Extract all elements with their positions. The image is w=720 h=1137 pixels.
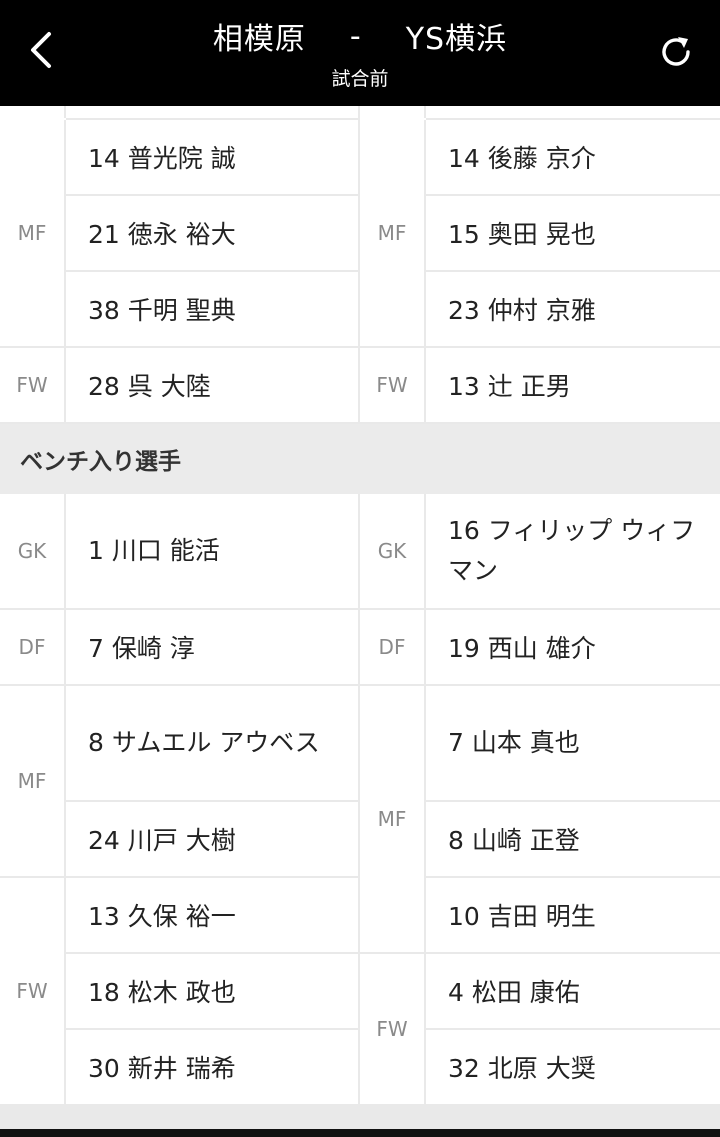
player-name: 15 奥田 晃也	[448, 220, 596, 249]
player-list: 13 久保 裕一 18 松木 政也 30 新井 瑞希	[66, 878, 358, 1104]
player-list: 14 後藤 京介 15 奥田 晃也 23 仲村 京雅	[426, 120, 720, 346]
player-list: 28 呉 大陸	[66, 348, 358, 422]
home-bench: GK 1 川口 能活 DF 7 保崎 淳 MF 8 サムエル アウベス 24 川戸 大樹 FW…	[0, 494, 360, 1106]
home-team-name: 相模原	[212, 22, 306, 57]
player-name: 8 山崎 正登	[448, 826, 580, 855]
score-separator: -	[349, 18, 362, 54]
player-row[interactable]: 32 北原 大奨	[426, 1030, 720, 1104]
player-name: 21 徳永 裕大	[88, 220, 236, 249]
position-group-fw: FW 13 辻 正男	[360, 348, 720, 424]
player-list: 7 山本 真也 8 山崎 正登 10 吉田 明生	[426, 686, 720, 952]
player-row[interactable]: 18 松木 政也	[66, 954, 358, 1028]
position-label: MF	[360, 686, 424, 952]
player-row[interactable]: 8 サムエル アウベス	[66, 686, 358, 800]
player-name: 24 川戸 大樹	[88, 826, 236, 855]
scroll-top-strip	[0, 106, 720, 118]
player-list: 13 辻 正男	[426, 348, 720, 422]
player-list: 1 川口 能活	[66, 494, 358, 608]
position-group-fw: FW 28 呉 大陸	[0, 348, 358, 424]
player-row[interactable]: 28 呉 大陸	[66, 348, 358, 422]
player-list: 8 サムエル アウベス 24 川戸 大樹	[66, 686, 358, 876]
player-name: 13 久保 裕一	[88, 902, 236, 931]
player-name: 14 後藤 京介	[448, 144, 596, 173]
player-row[interactable]: 7 保崎 淳	[66, 610, 358, 684]
player-list: 16 フィリップ ウィフマン	[426, 494, 720, 608]
player-name: 7 山本 真也	[448, 728, 580, 757]
position-label: FW	[360, 348, 424, 422]
player-row[interactable]: 16 フィリップ ウィフマン	[426, 494, 720, 608]
position-label: MF	[0, 120, 64, 346]
position-group-fw: FW 13 久保 裕一 18 松木 政也 30 新井 瑞希	[0, 878, 358, 1106]
position-group-df: DF 19 西山 雄介	[360, 610, 720, 686]
reload-button[interactable]	[650, 26, 702, 78]
position-label: FW	[0, 878, 64, 1104]
position-group-mf: MF 14 普光院 誠 21 徳永 裕大 38 千明 聖典	[0, 120, 358, 348]
player-row[interactable]: 10 吉田 明生	[426, 878, 720, 952]
player-name: 28 呉 大陸	[88, 372, 211, 401]
app-header: 相模原 - YS横浜 試合前	[0, 0, 720, 106]
player-row[interactable]: 13 久保 裕一	[66, 878, 358, 952]
player-row[interactable]: 15 奥田 晃也	[426, 196, 720, 270]
player-row[interactable]: 4 松田 康佑	[426, 954, 720, 1028]
position-group-df: DF 7 保崎 淳	[0, 610, 358, 686]
position-label: MF	[0, 686, 64, 876]
player-name: 30 新井 瑞希	[88, 1054, 236, 1083]
player-row[interactable]: 7 山本 真也	[426, 686, 720, 800]
player-name: 23 仲村 京雅	[448, 296, 596, 325]
player-name: 32 北原 大奨	[448, 1054, 596, 1083]
player-list: 14 普光院 誠 21 徳永 裕大 38 千明 聖典	[66, 120, 358, 346]
player-row[interactable]: 30 新井 瑞希	[66, 1030, 358, 1104]
player-name: 8 サムエル アウベス	[88, 728, 320, 757]
player-name: 38 千明 聖典	[88, 296, 236, 325]
position-group-mf: MF 8 サムエル アウベス 24 川戸 大樹	[0, 686, 358, 878]
reload-icon	[662, 37, 690, 66]
position-label: MF	[360, 120, 424, 346]
position-label: GK	[360, 494, 424, 608]
player-row[interactable]: 21 徳永 裕大	[66, 196, 358, 270]
position-group-fw: FW 4 松田 康佑 32 北原 大奨	[360, 954, 720, 1106]
away-bench: GK 16 フィリップ ウィフマン DF 19 西山 雄介 MF 7 山本 真也 8 山崎 …	[360, 494, 720, 1106]
match-title: 相模原 - YS横浜	[0, 14, 720, 58]
player-name: 4 松田 康佑	[448, 978, 580, 1007]
player-row[interactable]: 19 西山 雄介	[426, 610, 720, 684]
position-group-gk: GK 16 フィリップ ウィフマン	[360, 494, 720, 610]
player-name: 10 吉田 明生	[448, 902, 596, 931]
position-group-mf: MF 7 山本 真也 8 山崎 正登 10 吉田 明生	[360, 686, 720, 954]
player-row[interactable]: 14 普光院 誠	[66, 120, 358, 194]
player-name: 18 松木 政也	[88, 978, 236, 1007]
starters-grid: MF 14 普光院 誠 21 徳永 裕大 38 千明 聖典 FW 28 呉 大陸 MF 14…	[0, 120, 720, 424]
player-name: 16 フィリップ ウィフマン	[448, 516, 696, 585]
player-row[interactable]: 23 仲村 京雅	[426, 272, 720, 346]
player-row[interactable]: 13 辻 正男	[426, 348, 720, 422]
position-group-gk: GK 1 川口 能活	[0, 494, 358, 610]
player-name: 19 西山 雄介	[448, 634, 596, 663]
player-list: 7 保崎 淳	[66, 610, 358, 684]
player-row[interactable]: 38 千明 聖典	[66, 272, 358, 346]
player-row[interactable]: 1 川口 能活	[66, 494, 358, 608]
home-starters: MF 14 普光院 誠 21 徳永 裕大 38 千明 聖典 FW 28 呉 大陸	[0, 120, 360, 424]
position-label: GK	[0, 494, 64, 608]
player-list: 19 西山 雄介	[426, 610, 720, 684]
player-row[interactable]: 8 山崎 正登	[426, 802, 720, 876]
position-label: DF	[0, 610, 64, 684]
player-name: 7 保崎 淳	[88, 634, 195, 663]
away-team-name: YS横浜	[405, 22, 508, 57]
player-name: 14 普光院 誠	[88, 144, 236, 173]
match-status: 試合前	[331, 68, 389, 90]
position-label: FW	[0, 348, 64, 422]
bench-grid: GK 1 川口 能活 DF 7 保崎 淳 MF 8 サムエル アウベス 24 川戸 大樹 FW…	[0, 494, 720, 1106]
player-name: 13 辻 正男	[448, 372, 571, 401]
away-starters: MF 14 後藤 京介 15 奥田 晃也 23 仲村 京雅 FW 13 辻 正男	[360, 120, 720, 424]
player-row[interactable]: 24 川戸 大樹	[66, 802, 358, 876]
player-list: 4 松田 康佑 32 北原 大奨	[426, 954, 720, 1104]
bottom-bar	[0, 1129, 720, 1137]
player-name: 1 川口 能活	[88, 536, 220, 565]
lineup-content[interactable]: MF 14 普光院 誠 21 徳永 裕大 38 千明 聖典 FW 28 呉 大陸 MF 14…	[0, 106, 720, 1106]
position-label: DF	[360, 610, 424, 684]
position-group-mf: MF 14 後藤 京介 15 奥田 晃也 23 仲村 京雅	[360, 120, 720, 348]
position-label: FW	[360, 954, 424, 1104]
bench-section-title: ベンチ入り選手	[0, 424, 720, 494]
player-row[interactable]: 14 後藤 京介	[426, 120, 720, 194]
